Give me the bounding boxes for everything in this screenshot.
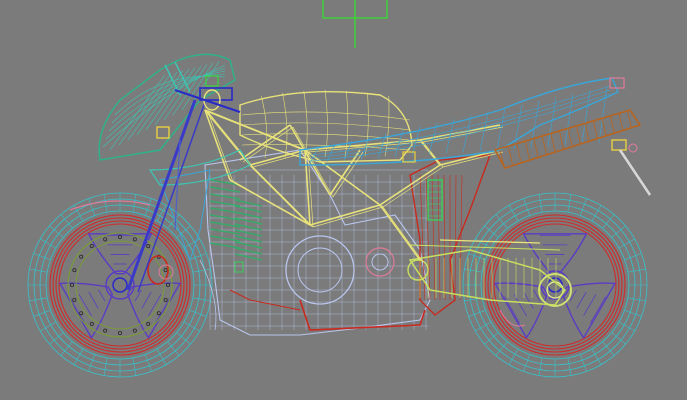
rear-wheel [462,192,648,378]
motorcycle-wireframe [27,0,652,378]
viewport-3d[interactable] [0,0,687,400]
engine-block [204,149,431,336]
front-wheel [27,192,213,378]
axis-gizmo-icon[interactable] [322,0,388,48]
lower-red-parts [229,154,492,331]
exhaust-pipes [493,109,652,196]
tail-section [299,77,625,166]
